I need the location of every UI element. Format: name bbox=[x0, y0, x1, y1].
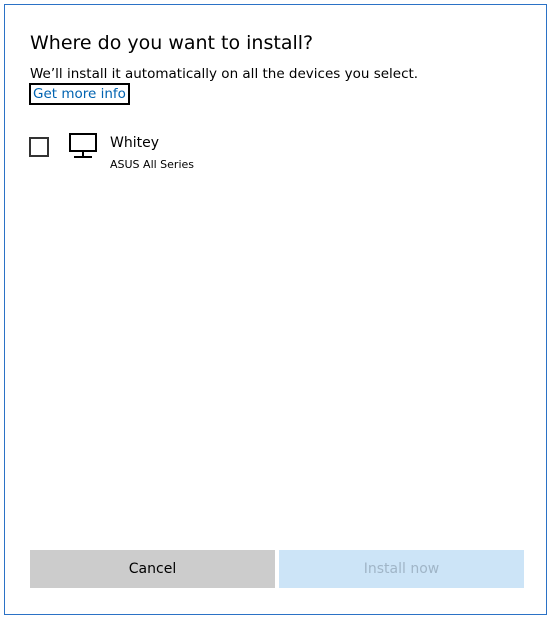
dialog-subtitle: We’ll install it automatically on all th… bbox=[30, 66, 419, 82]
cancel-button[interactable]: Cancel bbox=[30, 550, 275, 588]
dialog-title: Where do you want to install? bbox=[30, 32, 314, 54]
get-more-info-link[interactable]: Get more info bbox=[29, 83, 130, 105]
install-dialog: Where do you want to install? We’ll inst… bbox=[4, 4, 547, 615]
device-model: ASUS All Series bbox=[110, 158, 194, 171]
install-now-button[interactable]: Install now bbox=[279, 550, 524, 588]
desktop-pc-icon bbox=[68, 133, 98, 161]
device-item[interactable]: Whitey ASUS All Series bbox=[29, 133, 429, 177]
device-checkbox[interactable] bbox=[29, 137, 49, 157]
device-name: Whitey bbox=[110, 135, 159, 151]
